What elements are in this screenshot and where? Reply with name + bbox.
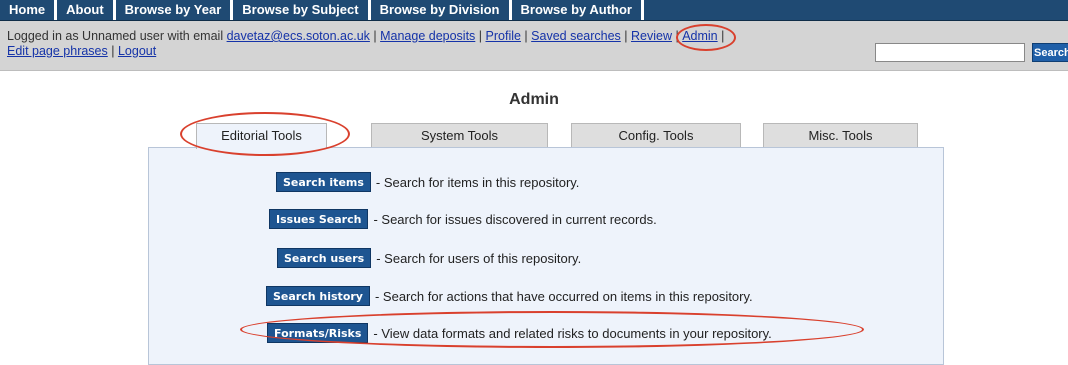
page-title: Admin bbox=[509, 91, 559, 108]
tool-row-search-history: Search history - Search for actions that… bbox=[266, 286, 753, 306]
search-users-description: - Search for users of this repository. bbox=[376, 250, 582, 266]
profile-link[interactable]: Profile bbox=[486, 29, 521, 43]
manage-deposits-link[interactable]: Manage deposits bbox=[380, 29, 475, 43]
search-items-description: - Search for items in this repository. bbox=[375, 174, 580, 190]
edit-page-phrases-link[interactable]: Edit page phrases bbox=[7, 44, 108, 58]
login-prefix: Logged in as Unnamed user with email bbox=[7, 29, 227, 43]
search-history-description: - Search for actions that have occurred … bbox=[374, 288, 753, 304]
admin-link-wrapper: Admin bbox=[676, 24, 737, 51]
search-users-button[interactable]: Search users bbox=[277, 248, 372, 268]
top-navigation: Home About Browse by Year Browse by Subj… bbox=[0, 0, 1068, 21]
tool-row-search-users: Search users - Search for users of this … bbox=[277, 248, 581, 268]
nav-home[interactable]: Home bbox=[0, 0, 58, 20]
tool-row-search-items: Search items - Search for items in this … bbox=[276, 172, 579, 192]
logout-link[interactable]: Logout bbox=[118, 44, 156, 58]
issues-search-description: - Search for issues discovered in curren… bbox=[373, 211, 657, 227]
formats-risks-button[interactable]: Formats/Risks bbox=[267, 323, 369, 343]
nav-browse-by-division[interactable]: Browse by Division bbox=[371, 0, 512, 20]
tab-editorial-tools[interactable]: Editorial Tools bbox=[196, 123, 327, 149]
tool-row-formats-risks: Formats/Risks - View data formats and re… bbox=[267, 323, 772, 343]
search-input[interactable] bbox=[875, 43, 1025, 62]
saved-searches-link[interactable]: Saved searches bbox=[531, 29, 621, 43]
review-link[interactable]: Review bbox=[631, 29, 672, 43]
tab-config-tools[interactable]: Config. Tools bbox=[571, 123, 741, 147]
editorial-tools-panel: Search items - Search for items in this … bbox=[148, 147, 944, 365]
user-email-link[interactable]: davetaz@ecs.soton.ac.uk bbox=[227, 29, 370, 43]
formats-risks-description: - View data formats and related risks to… bbox=[373, 325, 772, 341]
nav-browse-by-subject[interactable]: Browse by Subject bbox=[233, 0, 371, 20]
nav-browse-by-year[interactable]: Browse by Year bbox=[116, 0, 234, 20]
tab-misc-tools[interactable]: Misc. Tools bbox=[763, 123, 918, 147]
issues-search-button[interactable]: Issues Search bbox=[269, 209, 369, 229]
admin-link[interactable]: Admin bbox=[682, 29, 717, 43]
nav-about[interactable]: About bbox=[57, 0, 116, 20]
tool-row-issues-search: Issues Search - Search for issues discov… bbox=[269, 209, 657, 229]
login-status: Logged in as Unnamed user with email dav… bbox=[7, 24, 877, 59]
search-button[interactable]: Search bbox=[1032, 43, 1068, 62]
tab-system-tools[interactable]: System Tools bbox=[371, 123, 548, 147]
search-history-button[interactable]: Search history bbox=[266, 286, 370, 306]
nav-browse-by-author[interactable]: Browse by Author bbox=[512, 0, 644, 20]
nav-spacer bbox=[644, 0, 1068, 20]
search-items-button[interactable]: Search items bbox=[276, 172, 371, 192]
admin-tabs: Editorial Tools System Tools Config. Too… bbox=[0, 123, 1068, 149]
login-bar: Logged in as Unnamed user with email dav… bbox=[0, 21, 1068, 71]
